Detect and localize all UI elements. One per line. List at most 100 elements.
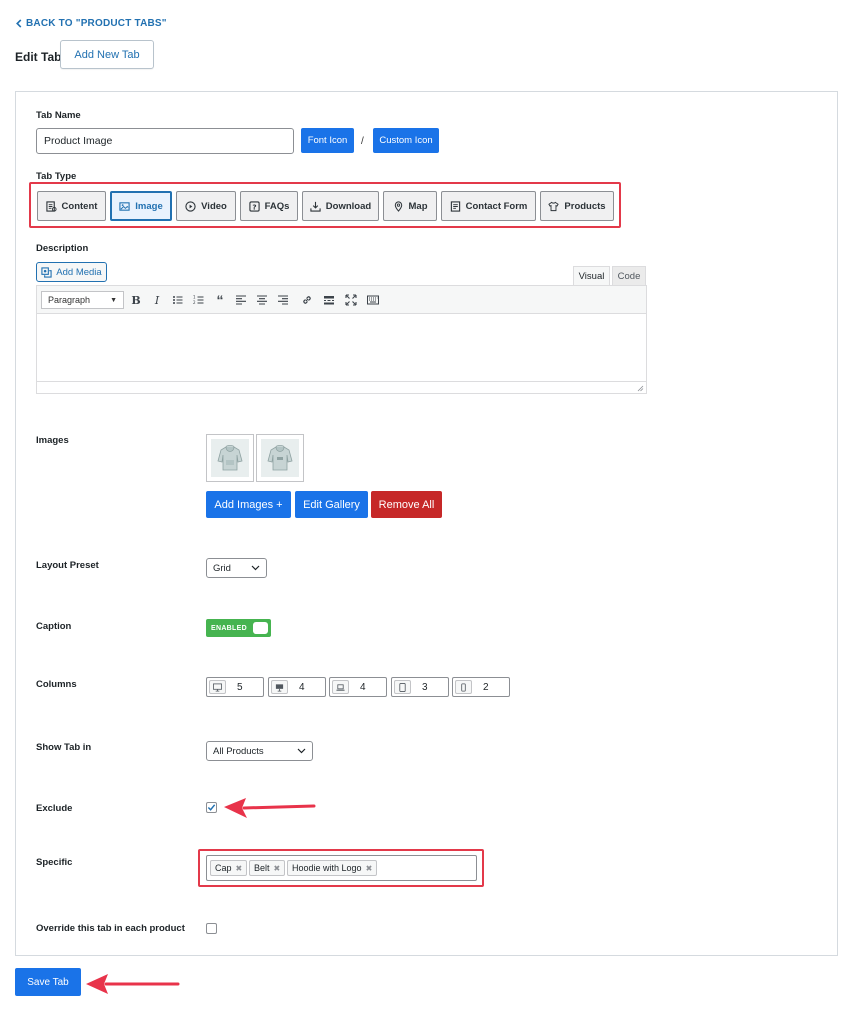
tab-type-contact-form[interactable]: Contact Form: [441, 191, 536, 221]
specific-label: Specific: [36, 857, 73, 868]
show-tab-in-value: All Products: [213, 745, 264, 757]
save-tab-button[interactable]: Save Tab: [15, 968, 81, 996]
show-tab-in-select[interactable]: All Products: [206, 741, 313, 761]
bullet-list-icon[interactable]: [170, 292, 186, 308]
description-label: Description: [36, 243, 89, 254]
laptop-icon: [336, 683, 345, 691]
columns-laptop-value: 4: [360, 681, 366, 693]
gallery-thumbnail[interactable]: [206, 434, 254, 482]
tab-type-video[interactable]: Video: [176, 191, 236, 221]
more-tag-icon[interactable]: [321, 292, 337, 308]
remove-chip-icon[interactable]: ✖: [274, 864, 281, 873]
svg-text:?: ?: [252, 202, 256, 211]
blockquote-icon[interactable]: “: [212, 292, 228, 308]
tab-type-content[interactable]: Content: [37, 191, 106, 221]
tab-type-products-label: Products: [564, 200, 606, 212]
link-icon[interactable]: [299, 292, 315, 308]
columns-desktop-value: 4: [299, 681, 305, 693]
tab-type-products[interactable]: Products: [540, 191, 614, 221]
exclude-label: Exclude: [36, 803, 73, 814]
bold-icon[interactable]: B: [128, 292, 144, 308]
numbered-list-icon[interactable]: 12: [191, 292, 207, 308]
tab-code[interactable]: Code: [612, 266, 646, 286]
monitor-icon: [213, 682, 222, 692]
columns-desktop[interactable]: 4: [268, 677, 326, 697]
align-center-icon[interactable]: [254, 292, 270, 308]
product-chip: Belt ✖: [249, 860, 286, 876]
back-to-product-tabs-link[interactable]: BACK TO "PRODUCT TABS": [15, 18, 167, 29]
edit-gallery-button[interactable]: Edit Gallery: [295, 491, 368, 518]
icon-separator: /: [361, 136, 364, 147]
tab-visual[interactable]: Visual: [573, 266, 610, 286]
format-select-value: Paragraph: [48, 295, 91, 305]
tablet-icon: [399, 682, 406, 692]
hoodie-image-icon: [217, 445, 243, 471]
add-images-button[interactable]: Add Images +: [206, 491, 291, 518]
exclude-checkbox[interactable]: [206, 802, 217, 813]
tshirt-icon: [548, 201, 560, 211]
columns-mobile[interactable]: 2: [452, 677, 510, 697]
layout-preset-value: Grid: [213, 562, 231, 574]
tab-type-download-label: Download: [325, 200, 372, 212]
annotation-arrow-icon: [86, 974, 180, 994]
editor-toolbar: Paragraph ▼ B I 12 “: [37, 286, 646, 314]
caption-toggle[interactable]: ENABLED: [206, 619, 271, 637]
add-media-icon: [41, 266, 52, 278]
gallery-thumbnail[interactable]: [256, 434, 304, 482]
columns-large-desktop-value: 5: [237, 681, 243, 693]
tab-type-faqs[interactable]: ? FAQs: [240, 191, 298, 221]
format-select[interactable]: Paragraph ▼: [41, 291, 124, 309]
svg-text:1: 1: [193, 295, 196, 300]
tab-type-faqs-label: FAQs: [264, 200, 290, 212]
override-checkbox[interactable]: [206, 923, 217, 934]
resize-handle-icon[interactable]: [637, 385, 644, 392]
columns-label: Columns: [36, 679, 77, 690]
download-icon: [310, 201, 321, 212]
description-editor: Paragraph ▼ B I 12 “: [36, 285, 647, 394]
keyboard-icon[interactable]: [365, 292, 381, 308]
remove-chip-icon[interactable]: ✖: [366, 864, 373, 873]
columns-tablet-value: 3: [422, 681, 428, 693]
tab-type-download[interactable]: Download: [302, 191, 379, 221]
columns-laptop[interactable]: 4: [329, 677, 387, 697]
annotation-arrow-icon: [224, 798, 316, 818]
tab-type-image[interactable]: Image: [110, 191, 172, 221]
align-left-icon[interactable]: [233, 292, 249, 308]
remove-all-button[interactable]: Remove All: [371, 491, 442, 518]
add-media-label: Add Media: [56, 266, 102, 278]
dropdown-arrow-icon: ▼: [110, 296, 117, 304]
remove-chip-icon[interactable]: ✖: [236, 864, 243, 873]
italic-icon[interactable]: I: [149, 292, 165, 308]
editor-textarea[interactable]: [37, 314, 646, 381]
chevron-down-icon: [297, 748, 306, 754]
mobile-icon: [461, 682, 466, 692]
checkmark-icon: [207, 804, 216, 811]
columns-mobile-value: 2: [483, 681, 489, 693]
tab-type-image-label: Image: [135, 200, 163, 212]
tab-type-video-label: Video: [201, 200, 227, 212]
image-icon: [119, 201, 130, 211]
add-new-tab-button[interactable]: Add New Tab: [60, 40, 154, 69]
show-tab-in-label: Show Tab in: [36, 742, 92, 753]
toggle-knob: [253, 622, 268, 634]
font-icon-button[interactable]: Font Icon: [301, 128, 354, 153]
faq-icon: ?: [248, 200, 260, 212]
product-chip: Hoodie with Logo ✖: [287, 860, 378, 876]
tab-name-input[interactable]: Product Image: [36, 128, 294, 154]
images-label: Images: [36, 435, 69, 446]
columns-large-desktop[interactable]: 5: [206, 677, 264, 697]
desktop-icon: [275, 683, 284, 692]
align-right-icon[interactable]: [275, 292, 291, 308]
override-label: Override this tab in each product: [36, 923, 185, 934]
layout-preset-select[interactable]: Grid: [206, 558, 267, 578]
tab-type-map[interactable]: Map: [383, 191, 437, 221]
custom-icon-button[interactable]: Custom Icon: [373, 128, 439, 153]
svg-text:2: 2: [193, 300, 196, 305]
hoodie-image-icon: [267, 445, 293, 471]
tab-type-label: Tab Type: [36, 171, 77, 182]
caption-toggle-state: ENABLED: [211, 624, 247, 632]
chevron-left-icon: [16, 19, 22, 28]
fullscreen-icon[interactable]: [343, 292, 359, 308]
add-media-button[interactable]: Add Media: [36, 262, 107, 282]
columns-tablet[interactable]: 3: [391, 677, 449, 697]
